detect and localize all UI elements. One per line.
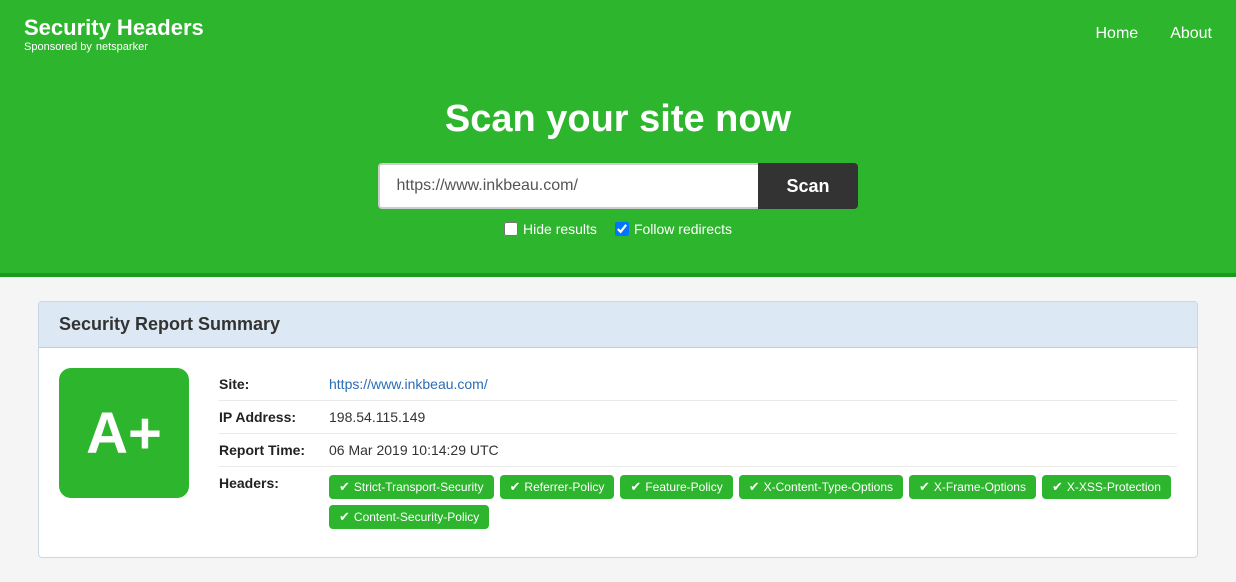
header-name: X-Content-Type-Options <box>764 480 893 494</box>
check-icon: ✔ <box>339 509 350 525</box>
header-badge: ✔ X-Frame-Options <box>909 475 1036 499</box>
header-name: X-Frame-Options <box>934 480 1026 494</box>
check-icon: ✔ <box>749 479 760 495</box>
brand-title: Security Headers <box>24 15 204 41</box>
scan-input[interactable] <box>378 163 758 209</box>
headers-label: Headers: <box>219 475 329 491</box>
sponsor-line: Sponsored by netsparker <box>24 41 204 53</box>
sponsor-name: netsparker <box>96 41 148 53</box>
time-row: Report Time: 06 Mar 2019 10:14:29 UTC <box>219 434 1177 467</box>
hide-results-label[interactable]: Hide results <box>504 221 597 237</box>
check-icon: ✔ <box>339 479 350 495</box>
hide-results-checkbox[interactable] <box>504 222 518 236</box>
site-link[interactable]: https://www.inkbeau.com/ <box>329 376 488 392</box>
check-icon: ✔ <box>510 479 521 495</box>
follow-redirects-label[interactable]: Follow redirects <box>615 221 732 237</box>
header-badge: ✔ X-XSS-Protection <box>1042 475 1171 499</box>
report-header: Security Report Summary <box>39 302 1197 348</box>
grade-badge: A+ <box>59 368 189 498</box>
header-badge: ✔ X-Content-Type-Options <box>739 475 903 499</box>
report-details: Site: https://www.inkbeau.com/ IP Addres… <box>219 368 1177 537</box>
scan-options: Hide results Follow redirects <box>20 221 1216 237</box>
check-icon: ✔ <box>1052 479 1063 495</box>
follow-redirects-text: Follow redirects <box>634 221 732 237</box>
nav-about-link[interactable]: About <box>1170 25 1212 43</box>
header-badge: ✔ Strict-Transport-Security <box>329 475 494 499</box>
hero-heading: Scan your site now <box>20 98 1216 141</box>
header-name: Content-Security-Policy <box>354 510 479 524</box>
header-name: Strict-Transport-Security <box>354 480 484 494</box>
check-icon: ✔ <box>630 479 641 495</box>
site-value: https://www.inkbeau.com/ <box>329 376 488 392</box>
nav-links: Home About <box>1096 25 1213 43</box>
header-name: Referrer-Policy <box>524 480 604 494</box>
main-content: Security Report Summary A+ Site: https:/… <box>18 277 1218 582</box>
navbar: Security Headers Sponsored by netsparker… <box>0 0 1236 68</box>
header-name: Feature-Policy <box>645 480 722 494</box>
headers-container: ✔Strict-Transport-Security✔Referrer-Poli… <box>329 475 1177 529</box>
scan-form: Scan <box>20 163 1216 209</box>
sponsor-prefix: Sponsored by <box>24 41 92 53</box>
header-badge: ✔Referrer-Policy <box>500 475 615 499</box>
header-badge: ✔ Feature-Policy <box>620 475 732 499</box>
scan-button[interactable]: Scan <box>758 163 857 209</box>
brand: Security Headers Sponsored by netsparker <box>24 15 204 53</box>
time-label: Report Time: <box>219 442 329 458</box>
headers-row: Headers: ✔Strict-Transport-Security✔Refe… <box>219 467 1177 537</box>
ip-row: IP Address: 198.54.115.149 <box>219 401 1177 434</box>
follow-redirects-checkbox[interactable] <box>615 222 629 236</box>
time-value: 06 Mar 2019 10:14:29 UTC <box>329 442 499 458</box>
check-icon: ✔ <box>919 479 930 495</box>
site-label: Site: <box>219 376 329 392</box>
nav-home-link[interactable]: Home <box>1096 25 1139 43</box>
report-card: Security Report Summary A+ Site: https:/… <box>38 301 1198 558</box>
ip-value: 198.54.115.149 <box>329 409 425 425</box>
report-body: A+ Site: https://www.inkbeau.com/ IP Add… <box>39 348 1197 557</box>
headers-value: ✔Strict-Transport-Security✔Referrer-Poli… <box>329 475 1177 529</box>
hero-section: Scan your site now Scan Hide results Fol… <box>0 68 1236 277</box>
header-badge: ✔ Content-Security-Policy <box>329 505 489 529</box>
site-row: Site: https://www.inkbeau.com/ <box>219 368 1177 401</box>
header-name: X-XSS-Protection <box>1067 480 1161 494</box>
ip-label: IP Address: <box>219 409 329 425</box>
hide-results-text: Hide results <box>523 221 597 237</box>
